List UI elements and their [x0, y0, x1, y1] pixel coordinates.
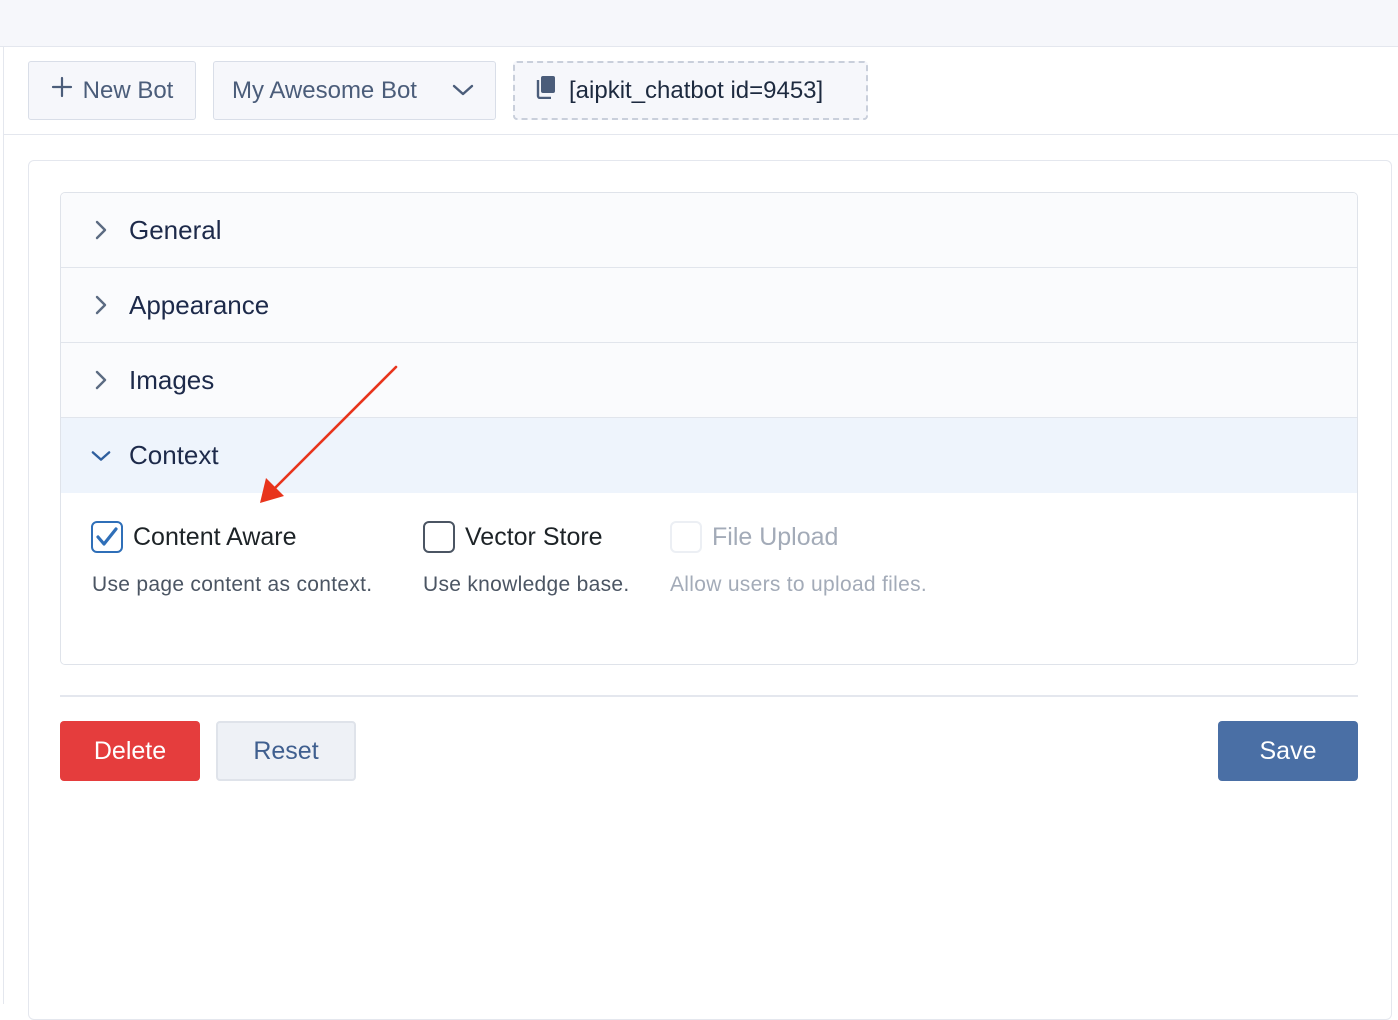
chevron-right-icon	[91, 220, 111, 240]
option-description: Use knowledge base.	[423, 573, 630, 596]
shortcode-text: [aipkit_chatbot id=9453]	[569, 76, 824, 104]
chevron-down-icon	[451, 77, 475, 105]
bot-toolbar: New Bot My Awesome Bot [aipkit_chatbot i…	[4, 47, 1398, 135]
delete-button[interactable]: Delete	[60, 721, 200, 781]
section-images-header[interactable]: Images	[61, 343, 1357, 418]
section-appearance-header[interactable]: Appearance	[61, 268, 1357, 343]
section-label: Appearance	[129, 289, 270, 320]
new-bot-label: New Bot	[82, 76, 174, 104]
copy-icon	[535, 75, 557, 106]
section-label: General	[129, 214, 222, 245]
option-label: Content Aware	[133, 522, 297, 551]
bot-select-value: My Awesome Bot	[232, 76, 417, 104]
option-label: Vector Store	[465, 522, 603, 551]
vector-store-checkbox[interactable]: Vector Store	[423, 521, 603, 553]
section-general-header[interactable]: General	[61, 193, 1357, 268]
option-label: File Upload	[712, 522, 839, 551]
plus-icon	[51, 76, 73, 105]
option-description: Use page content as context.	[92, 573, 373, 596]
chevron-right-icon	[91, 295, 111, 315]
settings-accordion: General Appearance Images Context Conten…	[60, 192, 1358, 665]
chatbot-editor: New Bot My Awesome Bot [aipkit_chatbot i…	[3, 47, 1398, 1020]
context-section-body: Content Aware Use page content as contex…	[61, 493, 1357, 664]
save-button[interactable]: Save	[1218, 721, 1358, 781]
checkbox-box[interactable]	[670, 521, 702, 553]
chevron-right-icon	[91, 370, 111, 390]
new-bot-button[interactable]: New Bot	[28, 61, 196, 120]
checkbox-box[interactable]	[91, 521, 123, 553]
section-label: Images	[129, 364, 215, 395]
content-aware-checkbox[interactable]: Content Aware	[91, 521, 297, 553]
reset-button[interactable]: Reset	[216, 721, 356, 781]
actions-divider	[60, 695, 1358, 697]
section-context-header[interactable]: Context	[61, 418, 1357, 493]
chevron-down-icon	[91, 446, 111, 466]
option-description: Allow users to upload files.	[670, 573, 928, 596]
file-upload-checkbox[interactable]: File Upload	[670, 521, 838, 553]
shortcode-copy-button[interactable]: [aipkit_chatbot id=9453]	[513, 61, 868, 120]
settings-card: General Appearance Images Context Conten…	[28, 160, 1392, 1020]
section-label: Context	[129, 440, 219, 470]
top-bar	[0, 0, 1398, 47]
checkbox-box[interactable]	[423, 521, 455, 553]
bot-select-dropdown[interactable]: My Awesome Bot	[213, 61, 496, 120]
